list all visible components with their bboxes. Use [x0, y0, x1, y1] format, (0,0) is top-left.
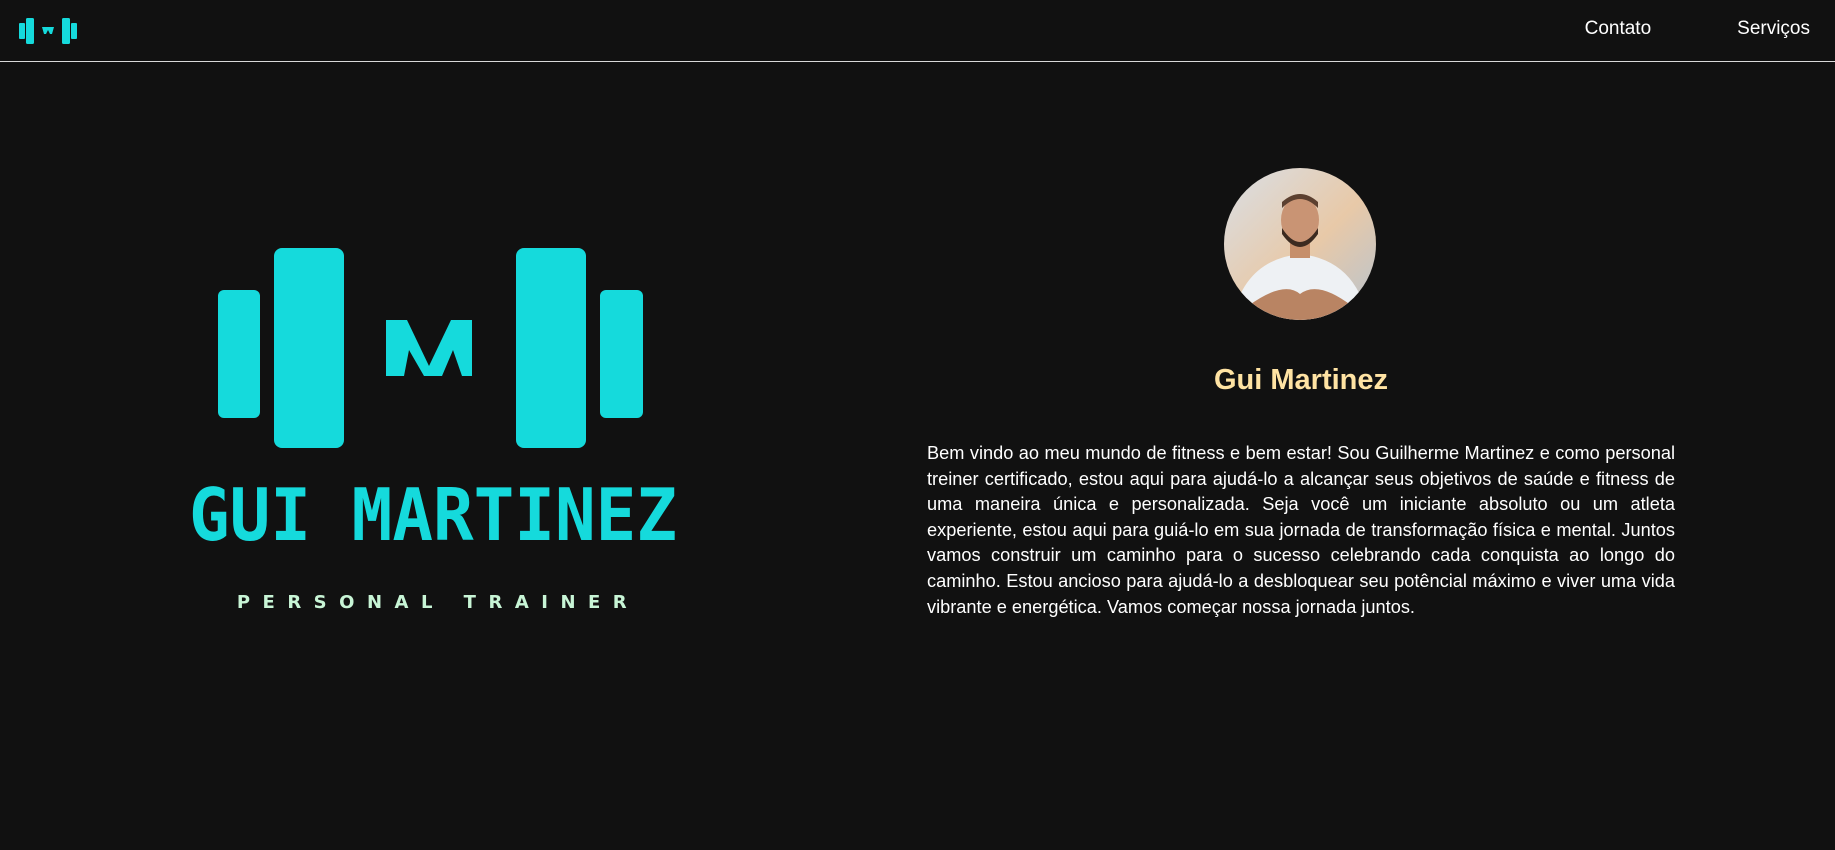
dumbbell-m-logo-mark — [218, 248, 643, 448]
tagline: PERSONAL TRAINER — [236, 592, 640, 613]
dumbbell-m-logo-icon[interactable] — [19, 18, 77, 44]
profile-name: Gui Martinez — [1213, 364, 1388, 396]
logo-wordmark-text: GUI MARTINEZ — [189, 484, 677, 548]
nav-link-contato[interactable]: Contato — [1585, 18, 1652, 40]
hero-logo: GUI MARTINEZ PERSONAL TRAINER — [188, 248, 678, 628]
navbar: Contato Serviços — [0, 0, 1835, 62]
nav-link-servicos[interactable]: Serviços — [1737, 18, 1810, 40]
avatar — [1224, 168, 1376, 320]
nav-links: Contato Serviços — [1585, 18, 1810, 40]
bio-text: Bem vindo ao meu mundo de fitness e bem … — [927, 443, 1675, 617]
avatar-photo — [1224, 168, 1376, 320]
logo-wordmark: GUI MARTINEZ — [189, 484, 677, 548]
